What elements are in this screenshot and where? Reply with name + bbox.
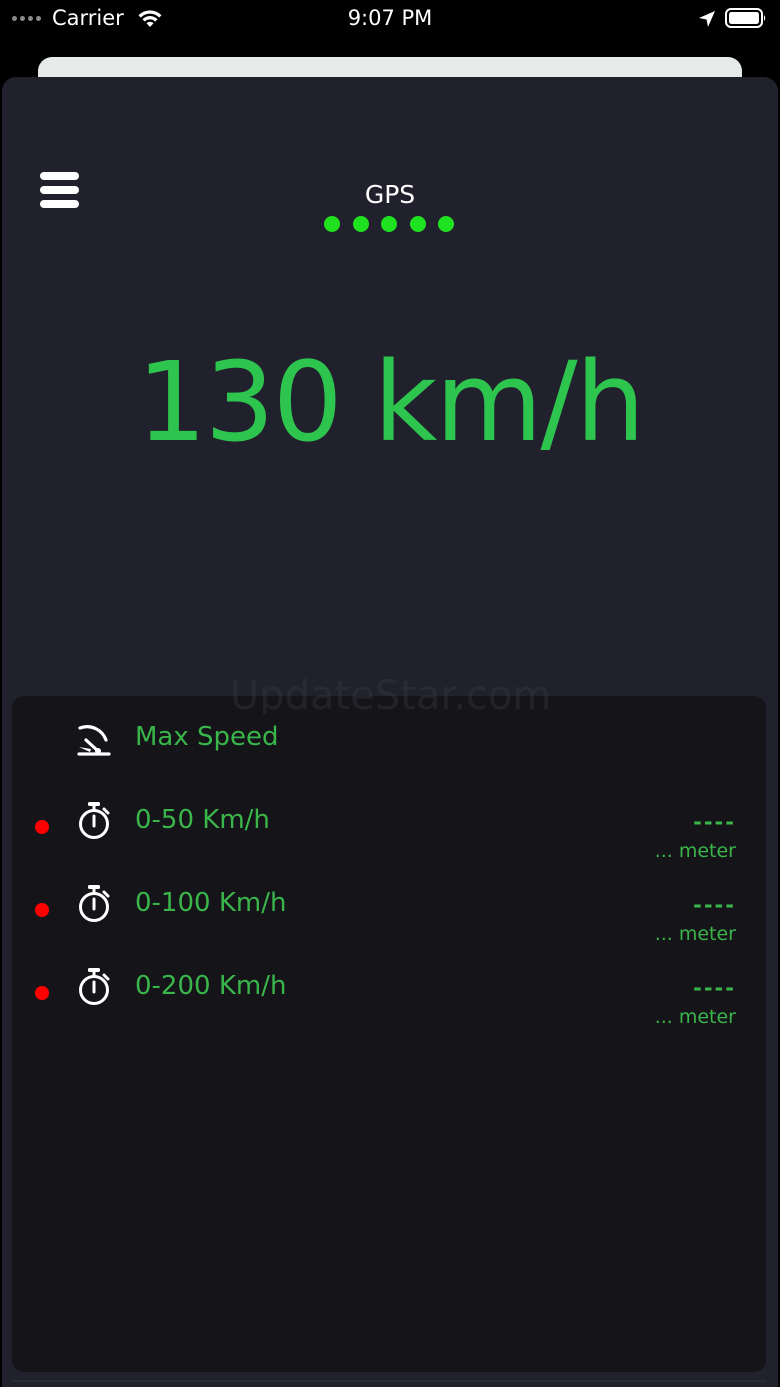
watermark: UpdateStar.com <box>230 676 552 714</box>
status-dot <box>35 820 49 834</box>
timer-distance: ... meter <box>654 840 736 862</box>
stopwatch-icon <box>79 885 110 922</box>
timer-value: ---- <box>693 976 736 1000</box>
status-dot <box>35 903 49 917</box>
stopwatch-icon <box>79 802 110 839</box>
gps-label: GPS <box>364 180 416 209</box>
gps-signal-indicator <box>324 216 454 232</box>
clock: 9:07 PM <box>347 6 433 30</box>
max-speed-label: Max Speed <box>135 722 279 752</box>
location-arrow-icon <box>699 11 715 27</box>
gps-signal-dot <box>409 216 426 232</box>
gps-signal-dot <box>438 216 454 232</box>
status-bar: Carrier 9:07 PM <box>0 0 780 40</box>
timer-label: 0-100 Km/h <box>135 888 287 918</box>
timer-label: 0-50 Km/h <box>135 805 270 835</box>
divider <box>12 1380 766 1382</box>
current-speed: 130 km/h <box>136 338 646 466</box>
battery-icon <box>725 8 766 28</box>
timer-value: ---- <box>693 893 736 917</box>
speedometer-icon <box>77 725 111 756</box>
timer-value: ---- <box>693 810 736 834</box>
gps-signal-dot <box>324 216 340 232</box>
timer-distance: ... meter <box>654 1006 736 1028</box>
stopwatch-icon <box>79 968 110 1005</box>
gps-signal-dot <box>381 216 397 232</box>
stats-panel <box>12 696 766 1372</box>
status-dot <box>35 986 49 1000</box>
timer-distance: ... meter <box>654 923 736 945</box>
gps-signal-dot <box>352 216 369 232</box>
timer-label: 0-200 Km/h <box>135 971 287 1001</box>
